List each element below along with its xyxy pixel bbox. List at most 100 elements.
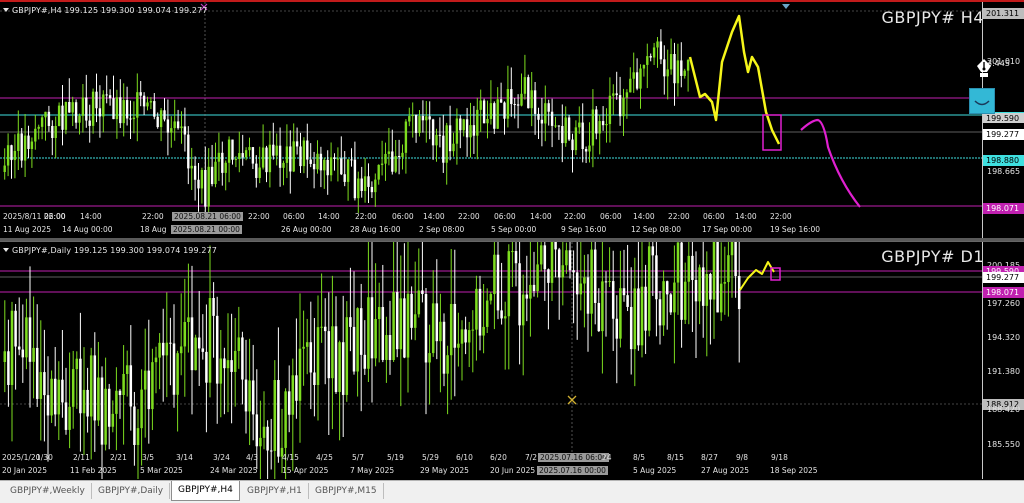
h4-candle-body [176,121,180,129]
h4-candle-body [319,153,323,171]
h4-price-chart[interactable] [0,2,983,238]
d1-candle-body [705,273,709,306]
h4-candle-body [248,147,251,151]
d1-candle-body [338,342,341,392]
d1-candle-body [25,317,28,358]
h4-candle-body [34,128,37,142]
h4-candle-body [329,157,333,176]
h4-date-label: 19 Sep 16:00 [770,225,821,234]
h4-date-label: 17 Sep 00:00 [702,225,753,234]
d1-chart-pane[interactable]: GBPJPY#,Daily 199.125 199.300 199.074 19… [0,241,1024,479]
tab-gbpjpy-weekly[interactable]: GBPJPY#,Weekly [4,483,92,499]
d1-candle-body [32,347,35,362]
d1-candle-body [284,391,287,448]
h4-candle-body [13,150,17,161]
h4-date-label: 2025.08.21 00:00 [171,225,242,234]
d1-candle-body [370,297,374,359]
d1-price-chart[interactable] [0,242,983,479]
d1-candle-body [431,303,435,354]
h4-candle-body [268,144,272,173]
smile-button-icon[interactable] [969,88,995,114]
h4-candle-body [139,92,142,96]
h4-candle-body [217,152,221,162]
d1-date-label: 18 Sep 2025 [770,466,818,475]
h4-ohlc-text: GBPJPY#,H4 199.125 199.300 199.074 199.2… [12,6,208,15]
d1-candle-body [590,249,593,314]
d1-candle-body [273,380,277,451]
tab-gbpjpy-h1[interactable]: GBPJPY#,H1 [241,483,309,499]
d1-candle-body [316,327,320,386]
collapse-triangle-icon[interactable] [3,248,9,252]
h4-candle-body [595,109,598,134]
d1-candle-body [133,406,136,445]
h4-candle-body [340,158,343,175]
tab-gbpjpy-h4[interactable]: GBPJPY#,H4 [171,481,240,501]
h4-candle-body [462,119,465,131]
h4-candle-body [91,91,95,126]
tab-gbpjpy-m15[interactable]: GBPJPY#,M15 [309,483,384,499]
d1-candle-body [266,426,269,451]
h4-price-scale[interactable]: 201.311 201.010 3.445 199.590 199.277 198.880… [982,2,1024,238]
h4-candle-body [506,89,510,119]
h4-price-label: 201.311 [983,8,1024,19]
d1-candle-body [50,378,53,416]
h4-candle-body [357,178,360,199]
d1-candle-body [277,380,280,457]
h4-candle-body [394,156,397,172]
h4-candle-body [608,95,612,125]
h4-chart-pane[interactable]: GBPJPY#,H4 199.125 199.300 199.074 199.2… [0,0,1024,238]
d1-candle-body [46,395,50,416]
d1-candle-body [428,353,431,363]
h4-candle-body [20,133,23,161]
h4-time-axis[interactable]: 2025/8/11 22:00 06:00 14:00 22:00 2025.08.21… [0,212,983,234]
h4-candle-body [258,167,261,178]
h4-candle-body [102,94,105,117]
d1-candle-body [356,308,359,372]
d1-price-scale[interactable]: 200.185199.590199.277198.071197.260194.3… [982,242,1024,479]
d1-candle-body [647,246,651,331]
d1-candle-body [201,348,205,352]
collapse-triangle-icon[interactable] [3,8,9,12]
d1-candle-body [212,298,215,316]
d1-candle-body [349,317,352,327]
d1-candle-body [179,346,183,354]
d1-candle-body [673,282,676,313]
h4-candle-body [146,102,149,107]
d1-candle-body [197,337,201,349]
d1-candle-body [367,297,370,369]
d1-candle-body [442,321,446,374]
d1-candle-body [187,317,190,323]
h4-time-label: 22:00 [770,212,792,221]
d1-candle-body [233,350,237,372]
d1-date-label: 11 Feb 2025 [70,466,117,475]
h4-candle-body [554,125,557,127]
h4-candle-body [98,108,102,117]
d1-time-axis[interactable]: 2025/1/20 1/30 2/11 2/21 3/5 3/14 3/24 4/3 4/15 4… [0,453,983,475]
d1-time-label: 3/14 [176,453,193,462]
d1-candle-body [489,294,493,301]
h4-candle-body [153,101,156,117]
d1-candle-body [701,267,705,306]
d1-candle-body [421,290,424,295]
d1-candle-body [601,281,604,332]
d1-time-label: 4/15 [282,453,299,462]
h4-candle-body [10,145,13,161]
h4-time-label: 22:00 [355,212,377,221]
h4-candle-body [309,159,312,164]
d1-candle-body [514,251,518,264]
d1-candle-body [208,298,212,383]
d1-candle-body [507,251,511,317]
d1-time-label: 5/7 [352,453,365,462]
d1-candle-body [154,357,158,363]
h4-candle-body [431,119,435,146]
h4-candle-body [306,140,309,160]
pen-nib-icon[interactable] [975,58,993,80]
h4-candle-body [316,153,319,170]
d1-candle-body [583,277,586,284]
h4-candle-body [404,121,408,153]
d1-candle-body [341,342,345,395]
d1-candle-body [287,391,291,415]
h4-candle-body [261,147,265,168]
tab-gbpjpy-daily[interactable]: GBPJPY#,Daily [92,483,171,499]
d1-candle-body [712,242,716,300]
